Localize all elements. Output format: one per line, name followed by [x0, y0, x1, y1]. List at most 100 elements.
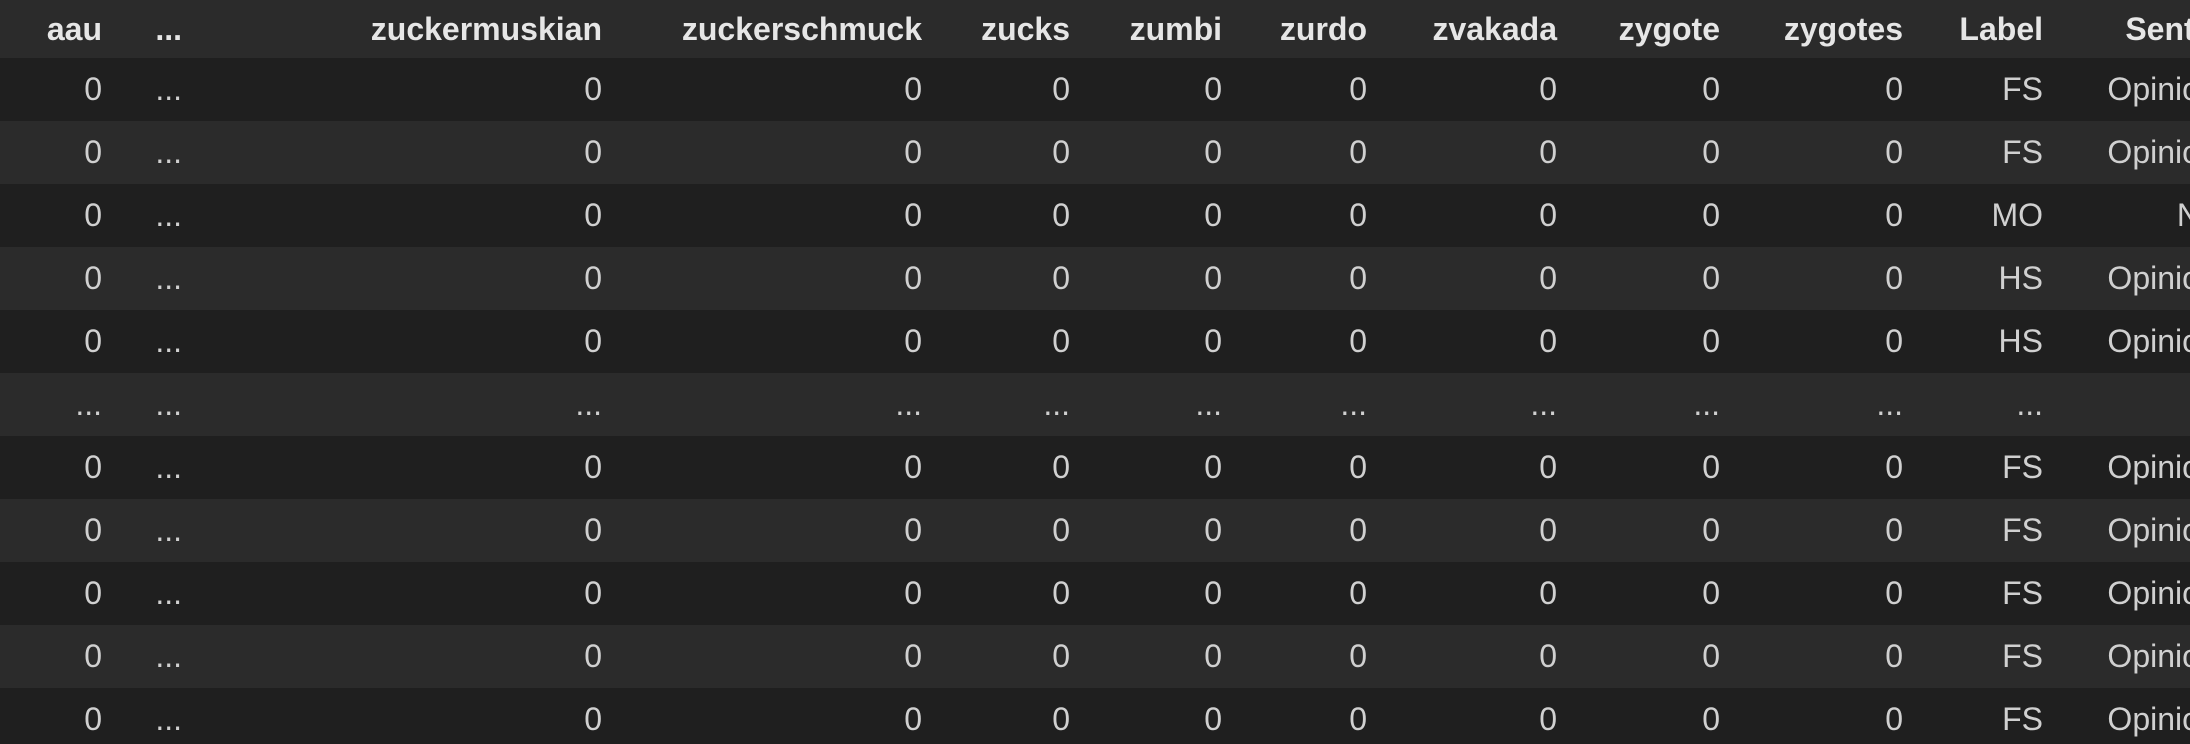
- table-cell: 0: [1702, 701, 1720, 737]
- table-row: 0... 0 0 0 0 0 0 0 0 FS Opinionated: [0, 121, 2190, 184]
- table-header: aau... zuckermuskian zuckerschmuck zucks zum…: [0, 0, 2190, 58]
- table-cell: ...: [155, 197, 182, 233]
- table-cell: ...: [155, 386, 182, 422]
- table-cell: 0: [904, 197, 922, 233]
- header-row: aau... zuckermuskian zuckerschmuck zucks zum…: [0, 0, 2190, 58]
- table-cell: 0: [1885, 197, 1903, 233]
- table-cell: 0: [1885, 134, 1903, 170]
- column-header: Label: [1959, 10, 2043, 47]
- table-cell: 0: [84, 701, 102, 737]
- table-cell: 0: [1349, 638, 1367, 674]
- table-cell: 0: [1539, 71, 1557, 107]
- notebook-output-area: aau... zuckermuskian zuckerschmuck zucks zum…: [0, 0, 2190, 744]
- table-cell: 0: [1539, 575, 1557, 611]
- table-cell: 0: [1349, 134, 1367, 170]
- table-cell: 0: [1885, 71, 1903, 107]
- table-cell: FS: [2002, 638, 2043, 674]
- table-cell: FS: [2002, 701, 2043, 737]
- table-cell: 0: [1052, 260, 1070, 296]
- table-cell: 0: [1702, 512, 1720, 548]
- table-cell: 0: [1885, 260, 1903, 296]
- table-cell: ...: [155, 134, 182, 170]
- table-cell: Opinionated: [2107, 260, 2190, 296]
- table-cell: ...: [1043, 386, 1070, 422]
- table-cell: 0: [1885, 701, 1903, 737]
- table-cell: ...: [155, 638, 182, 674]
- table-cell: Opinionated: [2107, 134, 2190, 170]
- table-cell: 0: [1204, 197, 1222, 233]
- table-cell: ...: [1876, 386, 1903, 422]
- table-cell: 0: [1052, 134, 1070, 170]
- table-cell: 0: [584, 260, 602, 296]
- table-cell: 0: [904, 71, 922, 107]
- table-cell: 0: [84, 638, 102, 674]
- table-cell: 0: [1204, 512, 1222, 548]
- table-cell: 0: [84, 260, 102, 296]
- table-cell: 0: [84, 449, 102, 485]
- column-header: ...: [155, 10, 182, 47]
- table-cell: 0: [1539, 449, 1557, 485]
- column-header: zumbi: [1129, 10, 1222, 47]
- table-cell: Opinionated: [2107, 575, 2190, 611]
- table-cell: ...: [2053, 373, 2190, 436]
- table-row: 0... 0 0 0 0 0 0 0 0 FS Opinionated: [0, 58, 2190, 121]
- table-row: 0... 0 0 0 0 0 0 0 0 HS Opinionated: [0, 310, 2190, 373]
- table-row: 0... 0 0 0 0 0 0 0 0 FS Opinionated: [0, 436, 2190, 499]
- table-cell: ...: [1340, 386, 1367, 422]
- table-cell: 0: [1539, 701, 1557, 737]
- table-cell: 0: [584, 575, 602, 611]
- table-cell: 0: [904, 323, 922, 359]
- table-cell: 0: [1052, 701, 1070, 737]
- table-cell: 0: [1539, 638, 1557, 674]
- table-cell: 0: [1702, 323, 1720, 359]
- table-cell: FS: [2002, 512, 2043, 548]
- table-cell: 0: [1052, 512, 1070, 548]
- table-row: 0... 0 0 0 0 0 0 0 0 FS Opinionated: [0, 499, 2190, 562]
- table-cell: 0: [904, 134, 922, 170]
- table-cell: 0: [584, 323, 602, 359]
- table-cell: 0: [1349, 449, 1367, 485]
- table-cell: 0: [84, 197, 102, 233]
- table-cell: ...: [155, 449, 182, 485]
- column-header: zygote: [1618, 10, 1720, 47]
- table-cell: MO: [1991, 197, 2043, 233]
- column-header: zuckermuskian: [370, 10, 602, 47]
- table-cell: 0: [1052, 449, 1070, 485]
- table-cell: 0: [1349, 701, 1367, 737]
- table-cell: 0: [584, 638, 602, 674]
- table-cell: 0: [84, 575, 102, 611]
- table-cell: 0: [1702, 260, 1720, 296]
- table-row: 0... 0 0 0 0 0 0 0 0 FS Opinionated: [0, 562, 2190, 625]
- table-cell: Opinionated: [2107, 638, 2190, 674]
- table-cell: 0: [84, 71, 102, 107]
- table-cell: 0: [904, 449, 922, 485]
- table-cell: 0: [1349, 323, 1367, 359]
- table-cell: 0: [1702, 638, 1720, 674]
- table-row: 0... 0 0 0 0 0 0 0 0 MO Neutral: [0, 184, 2190, 247]
- table-cell: 0: [584, 134, 602, 170]
- table-cell: Opinionated: [2107, 71, 2190, 107]
- table-cell: ...: [155, 512, 182, 548]
- table-cell: 0: [1349, 575, 1367, 611]
- table-cell: FS: [2002, 575, 2043, 611]
- table-cell: 0: [1702, 197, 1720, 233]
- table-row: 0... 0 0 0 0 0 0 0 0 FS Opinionated: [0, 688, 2190, 744]
- table-cell: 0: [1052, 197, 1070, 233]
- table-cell: 0: [1702, 134, 1720, 170]
- table-cell: 0: [1349, 71, 1367, 107]
- table-cell: 0: [904, 260, 922, 296]
- table-cell: Opinionated: [2107, 512, 2190, 548]
- table-cell: 0: [584, 512, 602, 548]
- table-row: 0... 0 0 0 0 0 0 0 0 FS Opinionated: [0, 625, 2190, 688]
- table-cell: 0: [1052, 71, 1070, 107]
- table-cell: 0: [1204, 323, 1222, 359]
- table-cell: 0: [1204, 449, 1222, 485]
- table-cell: 0: [1204, 638, 1222, 674]
- table-cell: 0: [1204, 701, 1222, 737]
- table-cell: 0: [1204, 575, 1222, 611]
- table-cell: 0: [1885, 575, 1903, 611]
- table-cell: 0: [1539, 197, 1557, 233]
- table-cell: 0: [1204, 71, 1222, 107]
- table-cell: FS: [2002, 449, 2043, 485]
- table-body: 0... 0 0 0 0 0 0 0 0 FS Opinionated 0... 0 0 0 0 0 0 0 0 FS O…: [0, 58, 2190, 744]
